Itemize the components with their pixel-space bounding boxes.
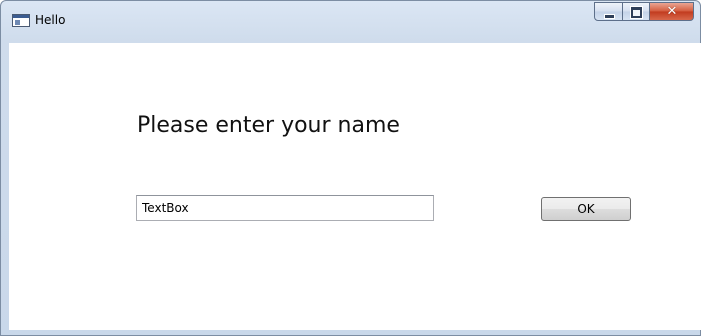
minimize-button[interactable] — [594, 2, 623, 21]
ok-button[interactable]: OK — [541, 197, 631, 221]
minimize-icon — [604, 14, 615, 19]
app-window: Hello ✕ Please enter your name OK — [0, 0, 701, 336]
window-app-icon[interactable] — [12, 14, 30, 27]
close-button[interactable]: ✕ — [650, 2, 694, 21]
close-icon: ✕ — [666, 4, 678, 19]
window-title: Hello — [35, 13, 66, 27]
maximize-icon — [631, 7, 642, 18]
client-area: Please enter your name OK — [9, 43, 701, 330]
maximize-button[interactable] — [623, 2, 650, 21]
caption-buttons: ✕ — [594, 2, 694, 21]
name-input[interactable] — [136, 195, 434, 221]
title-bar[interactable]: Hello ✕ — [1, 1, 700, 39]
prompt-label: Please enter your name — [137, 113, 400, 138]
